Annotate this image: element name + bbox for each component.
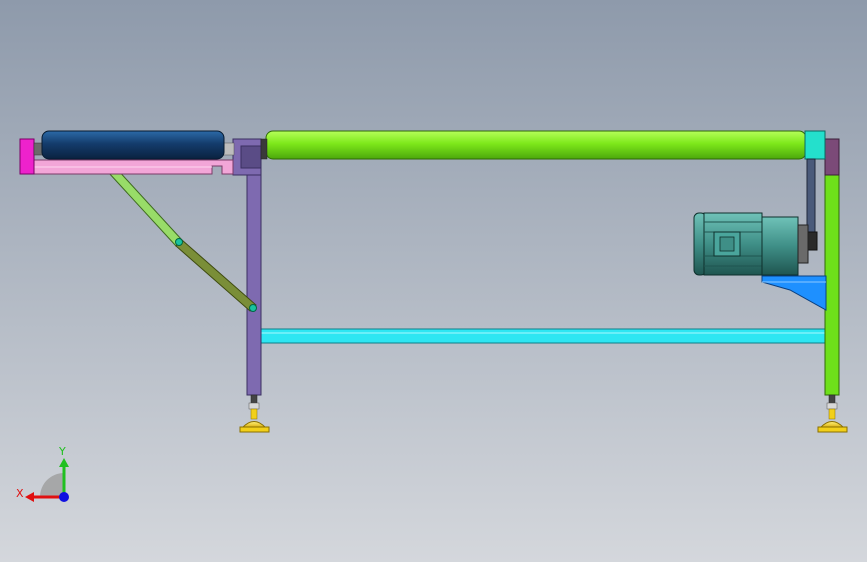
- lower-cross-beam[interactable]: [260, 328, 827, 344]
- brace-pivot-middle: [175, 238, 183, 246]
- right-leg[interactable]: [824, 138, 840, 396]
- extension-roller[interactable]: [33, 130, 235, 160]
- triad-y-label: Y: [58, 445, 66, 458]
- viewport-background: [0, 0, 867, 562]
- triad-x-label: X: [16, 487, 24, 500]
- brace-pivot-bottom: [249, 304, 257, 312]
- extension-end-cap: [19, 138, 35, 175]
- cad-drawing: Y X: [0, 0, 867, 562]
- roller-end-block: [804, 130, 826, 160]
- cad-viewport[interactable]: Y X: [0, 0, 867, 562]
- main-roller[interactable]: [260, 130, 826, 160]
- drive-gear-motor[interactable]: [693, 212, 809, 276]
